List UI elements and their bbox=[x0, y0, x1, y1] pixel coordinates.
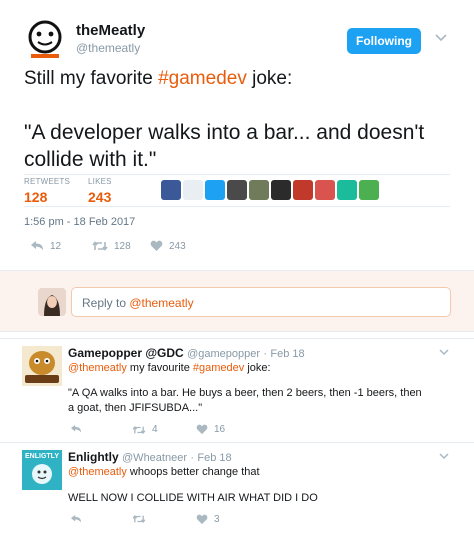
chevron-down-icon[interactable] bbox=[438, 348, 450, 356]
tweet-timestamp: 1:56 pm - 18 Feb 2017 bbox=[24, 216, 136, 228]
avatar-text: ENLIGTLY bbox=[25, 453, 59, 460]
reply-icon bbox=[71, 514, 81, 523]
retweet-action[interactable]: 128 bbox=[92, 240, 131, 252]
liker-avatar[interactable] bbox=[337, 180, 357, 200]
like-count: 16 bbox=[214, 424, 226, 435]
reply-text-end: joke: bbox=[244, 362, 271, 374]
retweet-icon bbox=[132, 425, 146, 434]
liker-avatars bbox=[161, 180, 379, 202]
reply-mention: @themeatly bbox=[129, 296, 194, 310]
hashtag-link[interactable]: #gamedev bbox=[158, 68, 247, 89]
reply-text: whoops better change that bbox=[126, 466, 260, 478]
retweet-count: 4 bbox=[152, 424, 158, 435]
reply-prefix: Reply to bbox=[82, 296, 130, 310]
retweets-label: RETWEETS bbox=[24, 177, 71, 186]
likes-label: LIKES bbox=[88, 177, 112, 186]
reply-date[interactable]: Feb 18 bbox=[197, 452, 231, 464]
tweet-quote: "A developer walks into a bar... and doe… bbox=[24, 121, 425, 171]
reply-text: my favourite bbox=[126, 362, 193, 374]
divider bbox=[24, 206, 450, 207]
mention-link[interactable]: @themeatly bbox=[68, 362, 127, 374]
divider bbox=[0, 338, 474, 339]
like-count: 243 bbox=[169, 240, 186, 252]
reply-date[interactable]: Feb 18 bbox=[270, 348, 304, 360]
following-button[interactable]: Following bbox=[347, 28, 421, 54]
divider bbox=[0, 442, 474, 443]
author-handle[interactable]: @themeatly bbox=[76, 41, 140, 55]
reply-text-line: @themeatly whoops better change that bbox=[68, 465, 260, 480]
retweet-icon bbox=[92, 241, 108, 251]
reply-body: "A QA walks into a bar. He buys a beer, … bbox=[68, 387, 422, 414]
like-count: 3 bbox=[214, 514, 220, 525]
reply-author-handle: @gamepopper bbox=[187, 348, 260, 360]
reply-author[interactable]: Enlightly @Wheatneer · Feb 18 bbox=[68, 450, 232, 464]
themeatly-avatar[interactable] bbox=[24, 18, 66, 60]
liker-avatar[interactable] bbox=[271, 180, 291, 200]
reply-author-name: Gamepopper @GDC bbox=[68, 346, 184, 360]
heart-icon bbox=[150, 240, 163, 251]
reply-separator: · bbox=[190, 452, 195, 464]
tweet-text-end: joke: bbox=[246, 68, 293, 89]
hashtag-link[interactable]: #gamedev bbox=[193, 362, 244, 374]
liker-avatar[interactable] bbox=[293, 180, 313, 200]
like-action[interactable]: 243 bbox=[150, 240, 186, 252]
divider bbox=[24, 174, 450, 175]
gamepopper-avatar[interactable] bbox=[22, 346, 62, 386]
chevron-down-icon[interactable] bbox=[438, 452, 450, 460]
mention-link[interactable]: @themeatly bbox=[68, 466, 127, 478]
heart-icon bbox=[196, 424, 208, 435]
liker-avatar[interactable] bbox=[359, 180, 379, 200]
retweets-count: 128 bbox=[24, 189, 48, 205]
reply-action[interactable] bbox=[70, 514, 88, 524]
tweet-text: Still my favorite #gamedev joke: bbox=[24, 68, 292, 90]
tweet-text-start: Still my favorite bbox=[24, 68, 159, 89]
reply-input[interactable]: Reply to @themeatly bbox=[71, 287, 451, 317]
enlightly-avatar[interactable]: ENLIGTLY bbox=[22, 450, 62, 490]
likes-count: 243 bbox=[88, 189, 112, 205]
like-action[interactable]: 3 bbox=[196, 514, 220, 525]
liker-avatar[interactable] bbox=[315, 180, 335, 200]
reply-action[interactable] bbox=[70, 424, 88, 434]
chevron-down-icon[interactable] bbox=[434, 33, 448, 43]
liker-avatar[interactable] bbox=[227, 180, 247, 200]
retweet-action[interactable]: 4 bbox=[132, 424, 158, 435]
liker-avatar[interactable] bbox=[249, 180, 269, 200]
heart-icon bbox=[196, 514, 208, 525]
reply-icon bbox=[31, 241, 43, 250]
reply-action[interactable]: 12 bbox=[30, 240, 61, 252]
reply-body: WELL NOW I COLLIDE WITH AIR WHAT DID I D… bbox=[68, 492, 318, 504]
retweets-stat[interactable]: RETWEETS 128 bbox=[24, 177, 70, 205]
liker-avatar[interactable] bbox=[161, 180, 181, 200]
liker-avatar[interactable] bbox=[183, 180, 203, 200]
reply-icon bbox=[71, 424, 81, 433]
reply-author-handle: @Wheatneer bbox=[122, 452, 187, 464]
liker-avatar[interactable] bbox=[205, 180, 225, 200]
current-user-avatar bbox=[38, 288, 66, 316]
author-name[interactable]: theMeatly bbox=[76, 22, 145, 39]
likes-stat[interactable]: LIKES 243 bbox=[88, 177, 112, 205]
reply-author[interactable]: Gamepopper @GDC @gamepopper · Feb 18 bbox=[68, 346, 305, 360]
retweet-icon bbox=[132, 515, 146, 523]
reply-separator: · bbox=[263, 348, 268, 360]
reply-count: 12 bbox=[50, 240, 62, 252]
retweet-count: 128 bbox=[114, 240, 131, 252]
reply-author-name: Enlightly bbox=[68, 450, 119, 464]
retweet-action[interactable] bbox=[132, 514, 152, 524]
reply-text-line: @themeatly my favourite #gamedev joke: bbox=[68, 361, 271, 376]
like-action[interactable]: 16 bbox=[196, 424, 225, 435]
